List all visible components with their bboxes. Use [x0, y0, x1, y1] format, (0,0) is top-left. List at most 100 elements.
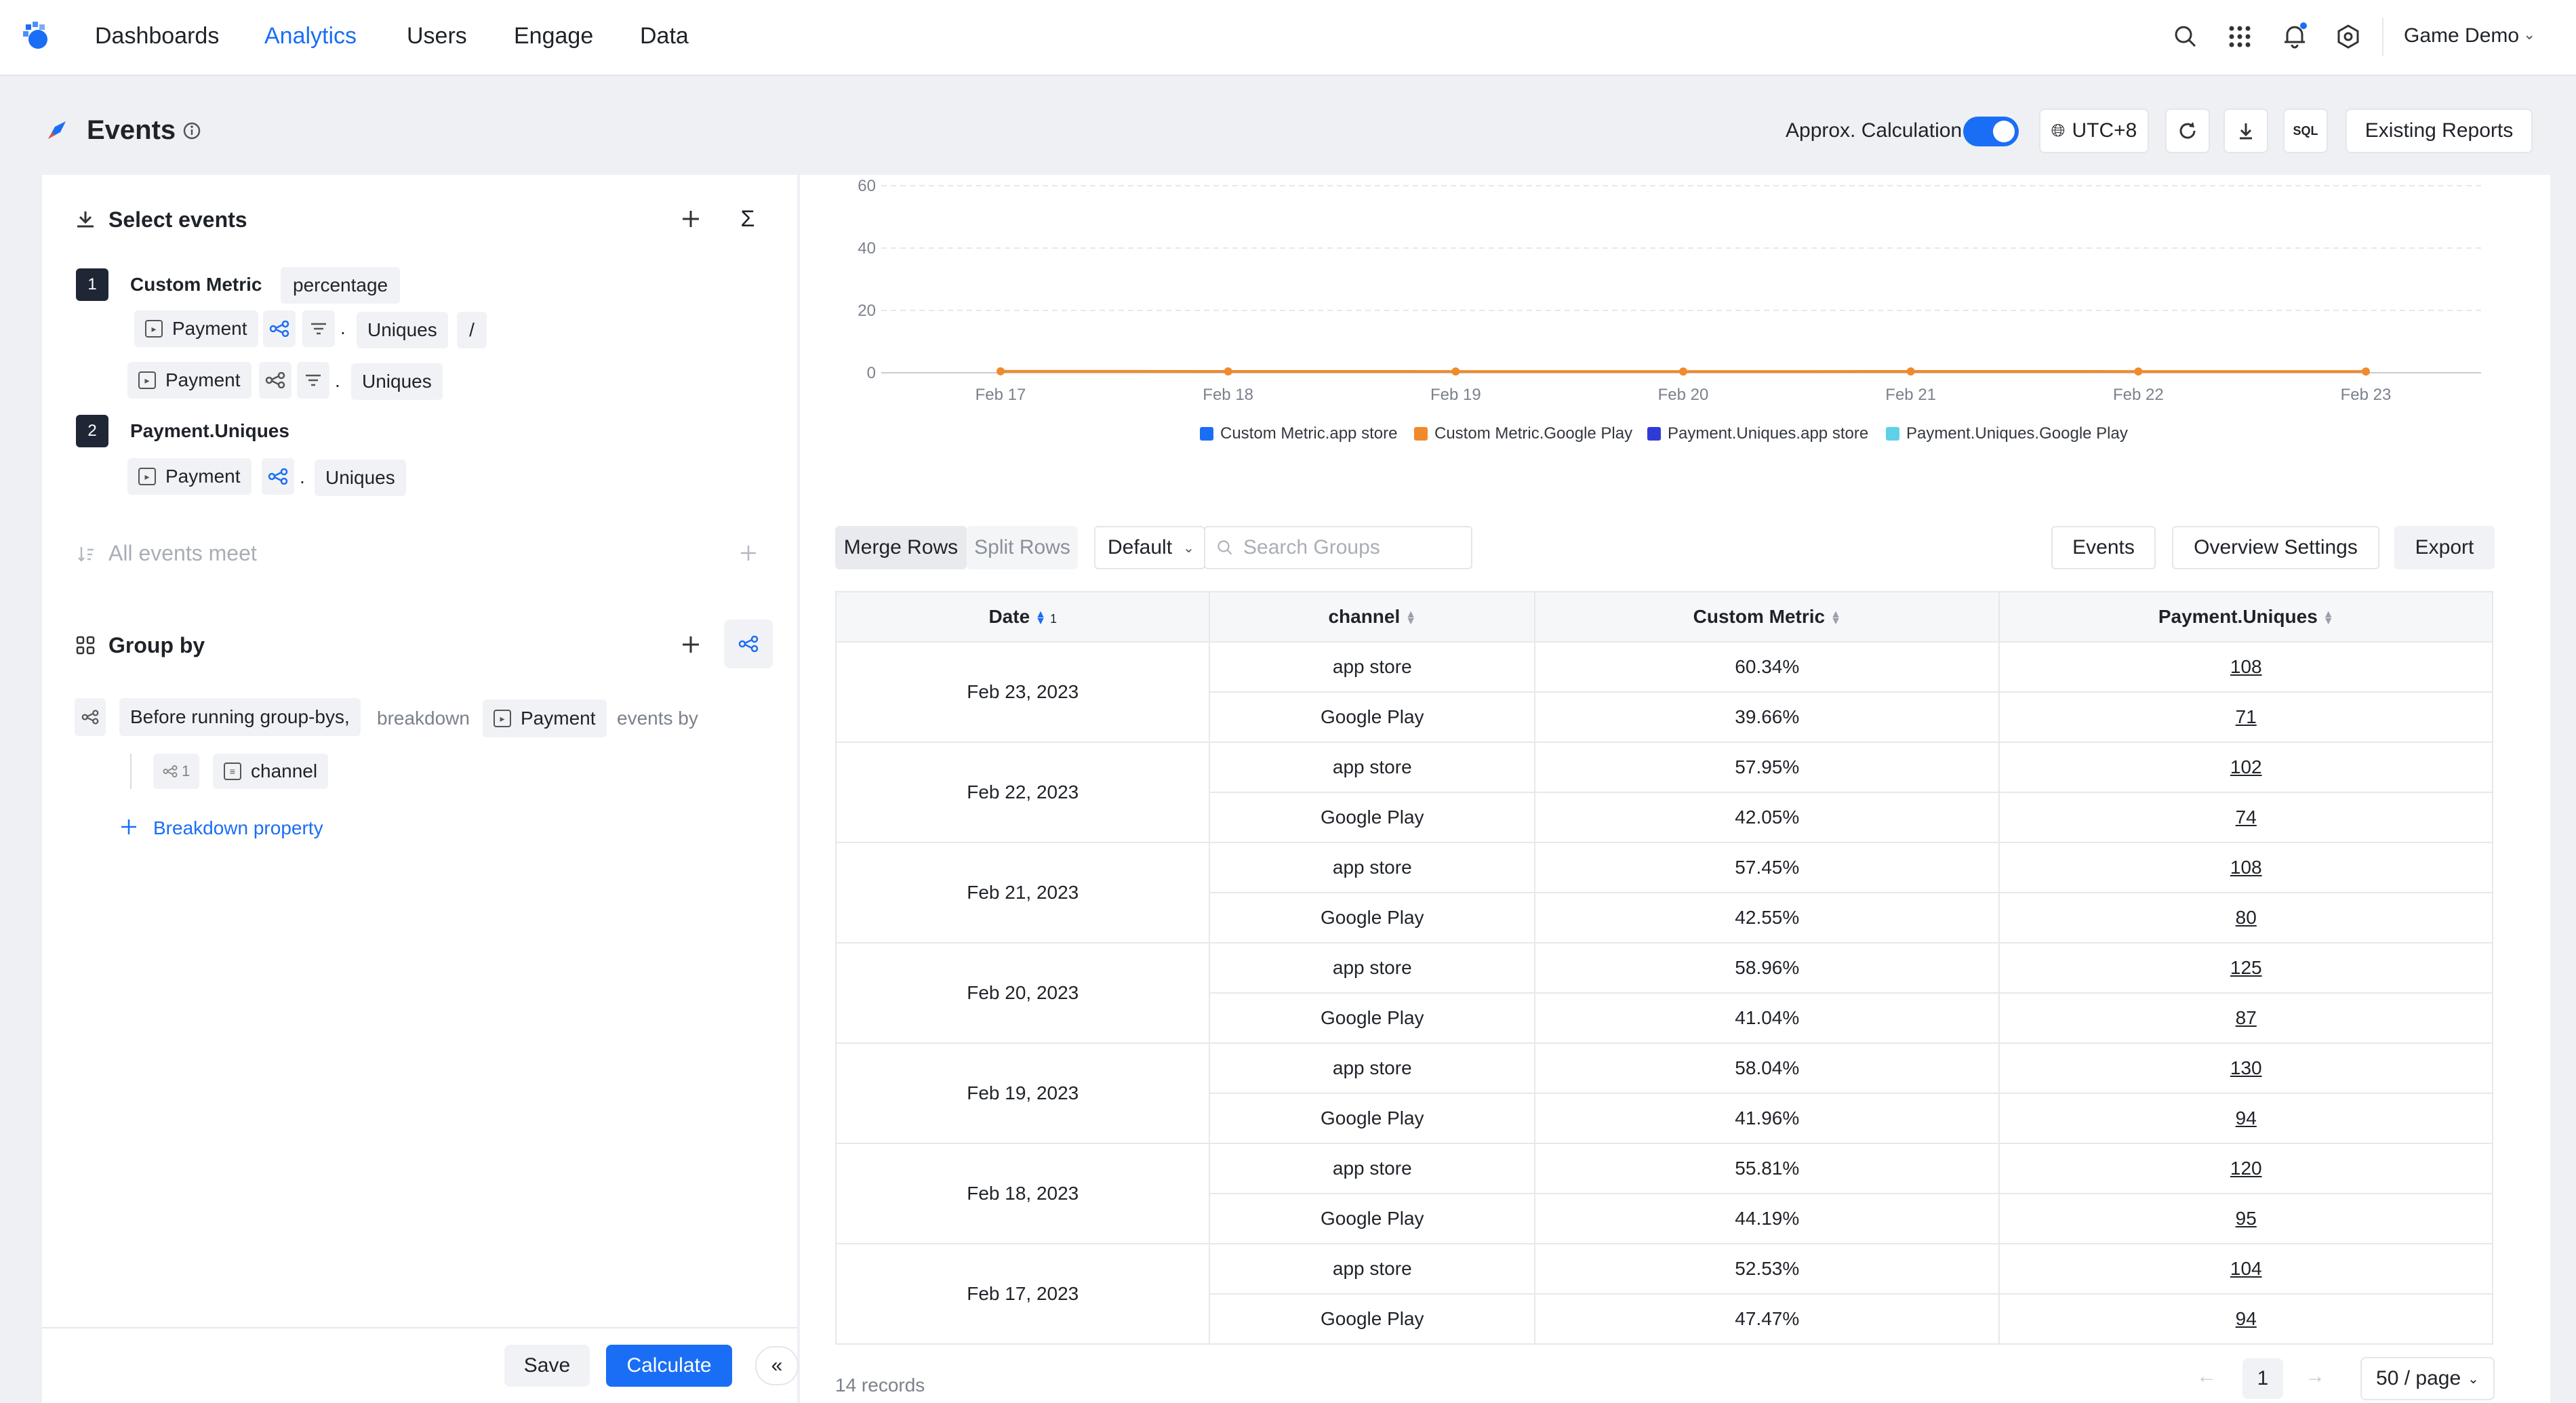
column-header-custom-metric[interactable]: Custom Metric ▲ ▼ — [1534, 591, 2000, 643]
approx-calculation-toggle[interactable] — [1963, 117, 2019, 146]
default-select[interactable]: Default ⌄ — [1094, 526, 1205, 569]
filter-icon[interactable] — [302, 310, 335, 347]
measure-tag[interactable]: Uniques — [357, 312, 448, 348]
sort-icon[interactable]: ▲ ▼ — [2323, 609, 2334, 626]
settings-gear-icon[interactable] — [2332, 20, 2364, 53]
existing-reports-button[interactable]: Existing Reports — [2346, 108, 2533, 153]
column-header-channel[interactable]: channel ▲ ▼ — [1209, 591, 1536, 643]
add-breakdown-plus-icon[interactable] — [115, 813, 142, 840]
uniques-link[interactable]: 94 — [2236, 1107, 2257, 1128]
before-group-by-tag[interactable]: Before running group-bys, — [119, 698, 361, 736]
group-connector-icon[interactable] — [262, 458, 294, 495]
legend-item[interactable]: Custom Metric.app store — [1200, 424, 1397, 443]
page-size-select[interactable]: 50 / page ⌄ — [2360, 1357, 2495, 1400]
add-condition-plus-icon[interactable] — [736, 541, 761, 565]
group-connector-icon[interactable] — [263, 310, 296, 347]
download-icon[interactable] — [2223, 108, 2268, 153]
breakdown-event-tag[interactable]: ▸ Payment — [483, 699, 607, 737]
prev-page-arrow-icon[interactable]: ← — [2196, 1365, 2217, 1388]
search-groups-input[interactable]: Search Groups — [1204, 526, 1472, 569]
current-page-button[interactable]: 1 — [2242, 1358, 2283, 1399]
split-rows-button[interactable]: Split Rows — [967, 526, 1078, 569]
uniques-link[interactable]: 95 — [2236, 1208, 2257, 1229]
info-icon[interactable] — [180, 119, 203, 142]
legend-item[interactable]: Custom Metric.Google Play — [1414, 424, 1632, 443]
app-logo-icon[interactable] — [19, 18, 57, 56]
add-event-plus-icon[interactable] — [677, 205, 705, 233]
add-breakdown-property-link[interactable]: Breakdown property — [153, 817, 323, 839]
table-row: Feb 19, 2023 app store 58.04% 130 — [834, 1042, 2493, 1144]
refresh-icon[interactable] — [2165, 108, 2210, 153]
collapse-panel-icon[interactable]: « — [755, 1346, 799, 1385]
next-page-arrow-icon[interactable]: → — [2305, 1365, 2325, 1388]
sigma-icon[interactable]: Σ — [733, 205, 762, 233]
uniques-link[interactable]: 102 — [2230, 756, 2262, 777]
metric-name[interactable]: Custom Metric — [130, 274, 262, 296]
uniques-link[interactable]: 104 — [2230, 1258, 2262, 1279]
sql-button[interactable]: SQL — [2283, 108, 2328, 153]
metric-format-tag[interactable]: percentage — [281, 267, 401, 304]
sort-icon[interactable]: ▲ ▼ — [1035, 609, 1046, 626]
save-button[interactable]: Save — [504, 1345, 590, 1387]
event-type-icon: ▸ — [494, 710, 511, 727]
uniques-link[interactable]: 71 — [2236, 706, 2257, 727]
legend-item[interactable]: Payment.Uniques.app store — [1647, 424, 1868, 443]
event-tag[interactable]: ▸ Payment — [134, 310, 258, 347]
events-button[interactable]: Events — [2051, 526, 2156, 569]
export-button[interactable]: Export — [2394, 526, 2495, 569]
channel-cell: app store — [1209, 1042, 1536, 1094]
breakdown-toggle-icon[interactable] — [724, 619, 773, 668]
uniques-cell: 94 — [1998, 1093, 2493, 1144]
nav-dashboards[interactable]: Dashboards — [95, 23, 219, 49]
channel-cell: app store — [1209, 1143, 1536, 1194]
apps-grid-icon[interactable] — [2223, 20, 2256, 53]
chevron-down-icon: ⌄ — [2468, 1371, 2479, 1387]
chevron-down-icon[interactable]: ⌄ — [2523, 26, 2535, 43]
uniques-link[interactable]: 120 — [2230, 1158, 2262, 1179]
uniques-link[interactable]: 80 — [2236, 907, 2257, 928]
uniques-link[interactable]: 87 — [2236, 1007, 2257, 1028]
table-row: Feb 23, 2023 app store 60.34% 108 — [834, 641, 2493, 743]
group-index-tag[interactable]: 1 — [153, 754, 200, 789]
date-cell: Feb 22, 2023 — [834, 741, 1211, 843]
timezone-button[interactable]: 🌐︎ UTC+8 — [2039, 108, 2149, 153]
uniques-link[interactable]: 130 — [2230, 1057, 2262, 1078]
metric-name[interactable]: Payment.Uniques — [130, 420, 289, 442]
project-selector[interactable]: Game Demo — [2404, 24, 2519, 47]
uniques-link[interactable]: 125 — [2230, 957, 2262, 978]
search-icon[interactable] — [2169, 20, 2202, 53]
group-property-tag[interactable]: ≡ channel — [213, 754, 329, 789]
date-cell: Feb 17, 2023 — [834, 1243, 1211, 1345]
event-tag[interactable]: ▸ Payment — [127, 458, 251, 495]
event-tag[interactable]: ▸ Payment — [127, 362, 251, 399]
uniques-link[interactable]: 94 — [2236, 1308, 2257, 1329]
group-connector-icon[interactable] — [259, 362, 291, 399]
nav-analytics[interactable]: Analytics — [264, 23, 357, 49]
uniques-link[interactable]: 74 — [2236, 807, 2257, 828]
notification-bell-icon[interactable] — [2278, 19, 2312, 53]
uniques-link[interactable]: 108 — [2230, 656, 2262, 677]
metric-cell: 58.04% — [1534, 1042, 2000, 1094]
merge-rows-button[interactable]: Merge Rows — [835, 526, 967, 569]
operator-tag[interactable]: / — [457, 312, 487, 348]
sort-icon[interactable]: ▲ ▼ — [1405, 609, 1416, 626]
nav-engage[interactable]: Engage — [514, 23, 593, 49]
nav-data[interactable]: Data — [640, 23, 689, 49]
measure-tag[interactable]: Uniques — [315, 460, 406, 496]
column-header-date[interactable]: Date ▲ ▼ 1 — [834, 591, 1211, 643]
sort-icon[interactable]: ▲ ▼ — [1830, 609, 1841, 626]
calculate-button[interactable]: Calculate — [606, 1345, 732, 1387]
filter-icon[interactable] — [297, 362, 329, 399]
overview-settings-button[interactable]: Overview Settings — [2172, 526, 2379, 569]
channel-cell: app store — [1209, 641, 1536, 693]
column-header-payment-uniques[interactable]: Payment.Uniques ▲ ▼ — [1998, 591, 2493, 643]
tree-line — [130, 754, 132, 789]
query-builder-panel — [42, 175, 797, 1403]
nav-users[interactable]: Users — [407, 23, 467, 49]
uniques-link[interactable]: 108 — [2230, 857, 2262, 878]
legend-item[interactable]: Payment.Uniques.Google Play — [1886, 424, 2128, 443]
metric-cell: 55.81% — [1534, 1143, 2000, 1194]
measure-tag[interactable]: Uniques — [351, 363, 443, 400]
data-point — [997, 367, 1005, 375]
add-group-plus-icon[interactable] — [677, 630, 705, 659]
